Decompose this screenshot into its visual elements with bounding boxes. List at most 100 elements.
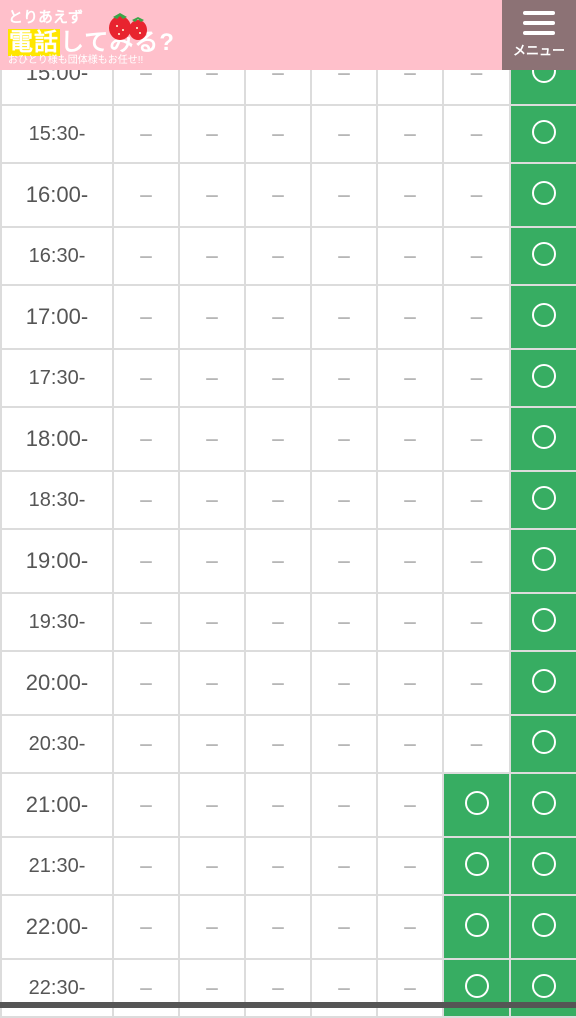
available-slot[interactable] (442, 836, 511, 896)
time-label: 19:00- (0, 528, 114, 594)
unavailable-slot: － (310, 714, 378, 774)
schedule-row: 16:30- －－－－－－ (0, 226, 576, 286)
unavailable-slot: － (376, 406, 444, 472)
unavailable-slot: － (442, 348, 511, 408)
unavailable-slot: － (112, 284, 180, 350)
schedule-row: 22:00- －－－－－ (0, 894, 576, 960)
unavailable-slot: － (442, 528, 511, 594)
schedule-row: 21:00- －－－－－ (0, 772, 576, 838)
available-circle-icon (531, 424, 556, 449)
unavailable-slot: － (244, 650, 312, 716)
time-label: 21:00- (0, 772, 114, 838)
available-slot[interactable] (509, 284, 576, 350)
available-circle-icon (531, 851, 556, 876)
unavailable-slot: － (112, 406, 180, 472)
unavailable-slot: － (244, 592, 312, 652)
unavailable-slot: － (376, 836, 444, 896)
unavailable-slot: － (112, 958, 180, 1018)
available-slot[interactable] (442, 772, 511, 838)
unavailable-slot: － (244, 348, 312, 408)
available-slot[interactable] (509, 836, 576, 896)
available-circle-icon (531, 790, 556, 815)
site-logo[interactable]: とりあえず 電話してみる? おひとり様も団体様もお任せ!! (8, 4, 208, 66)
unavailable-slot: － (178, 836, 246, 896)
unavailable-slot: － (178, 406, 246, 472)
unavailable-slot: － (178, 226, 246, 286)
unavailable-slot: － (178, 958, 246, 1018)
available-slot[interactable] (509, 406, 576, 472)
unavailable-slot: － (112, 470, 180, 530)
unavailable-slot: － (244, 958, 312, 1018)
available-circle-icon (464, 851, 489, 876)
unavailable-slot: － (178, 894, 246, 960)
available-slot[interactable] (509, 772, 576, 838)
available-slot[interactable] (509, 592, 576, 652)
schedule-table: 15:00- －－－－－－ 15:30- －－－－－－ 16:00- －－－－－－ 16:3… (0, 40, 576, 1018)
unavailable-slot: － (178, 528, 246, 594)
menu-button[interactable]: メニュー (502, 0, 576, 70)
available-slot[interactable] (509, 226, 576, 286)
unavailable-slot: － (178, 104, 246, 164)
schedule-row: 19:30- －－－－－－ (0, 592, 576, 652)
available-slot[interactable] (509, 104, 576, 164)
available-slot[interactable] (509, 958, 576, 1018)
available-circle-icon (464, 790, 489, 815)
available-slot[interactable] (509, 528, 576, 594)
available-circle-icon (531, 119, 556, 144)
schedule-row: 15:30- －－－－－－ (0, 104, 576, 164)
unavailable-slot: － (310, 528, 378, 594)
available-slot[interactable] (509, 650, 576, 716)
unavailable-slot: － (112, 650, 180, 716)
unavailable-slot: － (310, 226, 378, 286)
unavailable-slot: － (376, 528, 444, 594)
unavailable-slot: － (178, 714, 246, 774)
logo-subtitle: おひとり様も団体様もお任せ!! (8, 55, 144, 66)
unavailable-slot: － (310, 836, 378, 896)
unavailable-slot: － (112, 836, 180, 896)
available-slot[interactable] (509, 348, 576, 408)
unavailable-slot: － (112, 894, 180, 960)
available-slot[interactable] (509, 162, 576, 228)
time-label: 17:30- (0, 348, 114, 408)
time-label: 20:30- (0, 714, 114, 774)
unavailable-slot: － (112, 104, 180, 164)
available-slot[interactable] (509, 714, 576, 774)
unavailable-slot: － (310, 894, 378, 960)
unavailable-slot: － (112, 226, 180, 286)
available-circle-icon (531, 241, 556, 266)
available-circle-icon (531, 668, 556, 693)
unavailable-slot: － (310, 958, 378, 1018)
available-circle-icon (464, 912, 489, 937)
schedule-row: 16:00- －－－－－－ (0, 162, 576, 228)
schedule-row: 18:00- －－－－－－ (0, 406, 576, 472)
unavailable-slot: － (376, 162, 444, 228)
time-label: 21:30- (0, 836, 114, 896)
bottom-scroll-bar (0, 1002, 576, 1008)
time-label: 17:00- (0, 284, 114, 350)
available-circle-icon (464, 973, 489, 998)
unavailable-slot: － (244, 162, 312, 228)
unavailable-slot: － (376, 104, 444, 164)
site-header: とりあえず 電話してみる? おひとり様も団体様もお任せ!! メニュー (0, 0, 576, 70)
available-circle-icon (531, 973, 556, 998)
available-slot[interactable] (509, 894, 576, 960)
time-label: 20:00- (0, 650, 114, 716)
time-label: 19:30- (0, 592, 114, 652)
unavailable-slot: － (442, 162, 511, 228)
unavailable-slot: － (178, 650, 246, 716)
available-circle-icon (531, 302, 556, 327)
hamburger-icon (523, 11, 555, 35)
unavailable-slot: － (178, 772, 246, 838)
unavailable-slot: － (112, 348, 180, 408)
unavailable-slot: － (310, 592, 378, 652)
unavailable-slot: － (376, 958, 444, 1018)
schedule-table-wrap: 15:00- －－－－－－ 15:30- －－－－－－ 16:00- －－－－－－ 16:3… (0, 40, 576, 1018)
unavailable-slot: － (376, 714, 444, 774)
schedule-row: 17:30- －－－－－－ (0, 348, 576, 408)
unavailable-slot: － (376, 284, 444, 350)
unavailable-slot: － (178, 592, 246, 652)
available-slot[interactable] (442, 958, 511, 1018)
available-slot[interactable] (509, 470, 576, 530)
available-slot[interactable] (442, 894, 511, 960)
unavailable-slot: － (112, 714, 180, 774)
